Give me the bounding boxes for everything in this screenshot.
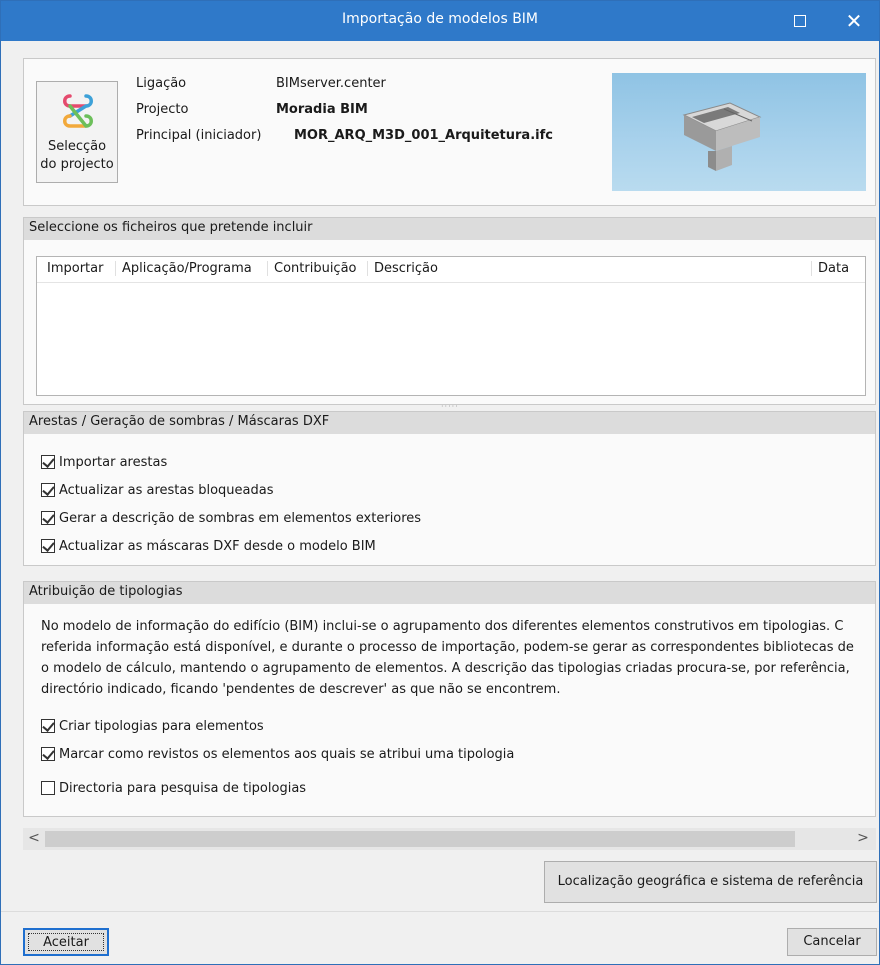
scroll-right-icon[interactable]: > — [854, 830, 872, 846]
typology-directory-checkbox[interactable]: Directoria para pesquisa de tipologias — [41, 778, 306, 798]
main-file-value: MOR_ARQ_M3D_001_Arquitetura.ifc — [294, 128, 553, 143]
mark-reviewed-checkbox[interactable]: Marcar como revistos os elementos aos qu… — [41, 744, 514, 764]
project-label: Projecto — [136, 102, 189, 117]
files-panel: Seleccione os ficheiros que pretende inc… — [23, 217, 876, 405]
column-header-application[interactable]: Aplicação/Programa — [115, 261, 252, 276]
geolocation-button[interactable]: Localização geográfica e sistema de refe… — [544, 861, 877, 903]
checkbox-icon[interactable] — [41, 539, 55, 553]
title-bar[interactable]: Importação de modelos BIM ✕ — [1, 1, 879, 41]
edges-section-title: Arestas / Geração de sombras / Máscaras … — [24, 412, 875, 434]
cancel-button[interactable]: Cancelar — [787, 928, 877, 956]
edges-panel: Arestas / Geração de sombras / Máscaras … — [23, 411, 876, 566]
bimserver-logo-icon — [63, 94, 93, 128]
main-file-label: Principal (iniciador) — [136, 128, 262, 143]
checkbox-icon[interactable] — [41, 511, 55, 525]
import-dialog: Importação de modelos BIM ✕ Selecção do … — [0, 0, 880, 965]
select-project-label: Selecção do projecto — [40, 139, 114, 172]
horizontal-scrollbar[interactable]: < > — [23, 828, 876, 850]
connection-value: BIMserver.center — [276, 76, 386, 91]
checkbox-label: Importar arestas — [59, 454, 168, 470]
files-table[interactable]: Importar Aplicação/Programa Contribuição… — [36, 256, 866, 396]
column-header-contribution[interactable]: Contribuição — [267, 261, 357, 276]
accept-button[interactable]: Aceitar — [23, 928, 109, 956]
update-locked-edges-checkbox[interactable]: Actualizar as arestas bloqueadas — [41, 480, 274, 500]
files-section-title: Seleccione os ficheiros que pretende inc… — [24, 218, 875, 240]
checkbox-label: Actualizar as máscaras DXF desde o model… — [59, 538, 376, 554]
typologies-description: No modelo de informação do edifício (BIM… — [41, 619, 854, 697]
column-header-import[interactable]: Importar — [47, 261, 103, 276]
connection-label: Ligação — [136, 76, 187, 91]
typologies-panel: Atribuição de tipologias No modelo de in… — [23, 581, 876, 817]
import-edges-checkbox[interactable]: Importar arestas — [41, 452, 167, 472]
checkbox-icon[interactable] — [41, 455, 55, 469]
checkbox-label: Marcar como revistos os elementos aos qu… — [59, 746, 515, 762]
select-project-button[interactable]: Selecção do projecto — [36, 81, 118, 183]
project-value: Moradia BIM — [276, 102, 368, 117]
scroll-left-icon[interactable]: < — [25, 830, 43, 846]
typologies-section-title: Atribuição de tipologias — [24, 582, 875, 604]
maximize-button[interactable] — [775, 1, 825, 41]
create-typologies-checkbox[interactable]: Criar tipologias para elementos — [41, 716, 264, 736]
window-title: Importação de modelos BIM — [342, 11, 538, 27]
checkbox-label: Gerar a descrição de sombras em elemento… — [59, 510, 422, 526]
close-button[interactable]: ✕ — [829, 1, 879, 41]
focus-rectangle — [28, 933, 104, 951]
files-table-header: Importar Aplicação/Programa Contribuição… — [37, 257, 865, 283]
column-header-date[interactable]: Data — [811, 261, 849, 276]
checkbox-icon[interactable] — [41, 483, 55, 497]
checkbox-icon[interactable] — [41, 747, 55, 761]
maximize-icon — [794, 15, 806, 27]
close-icon: ✕ — [845, 9, 863, 33]
checkbox-label: Actualizar as arestas bloqueadas — [59, 482, 274, 498]
model-thumbnail — [612, 73, 866, 191]
update-dxf-masks-checkbox[interactable]: Actualizar as máscaras DXF desde o model… — [41, 536, 376, 556]
footer-divider — [1, 911, 879, 912]
checkbox-label: Directoria para pesquisa de tipologias — [59, 780, 307, 796]
column-header-description[interactable]: Descrição — [367, 261, 438, 276]
shadow-description-checkbox[interactable]: Gerar a descrição de sombras em elemento… — [41, 508, 421, 528]
checkbox-icon[interactable] — [41, 781, 55, 795]
checkbox-label: Criar tipologias para elementos — [59, 718, 264, 734]
building-model-icon — [682, 102, 762, 171]
checkbox-icon[interactable] — [41, 719, 55, 733]
scrollbar-thumb[interactable] — [45, 831, 795, 847]
project-panel: Selecção do projecto Ligação BIMserver.c… — [23, 58, 876, 206]
splitter-handle[interactable]: ····· — [441, 402, 459, 411]
